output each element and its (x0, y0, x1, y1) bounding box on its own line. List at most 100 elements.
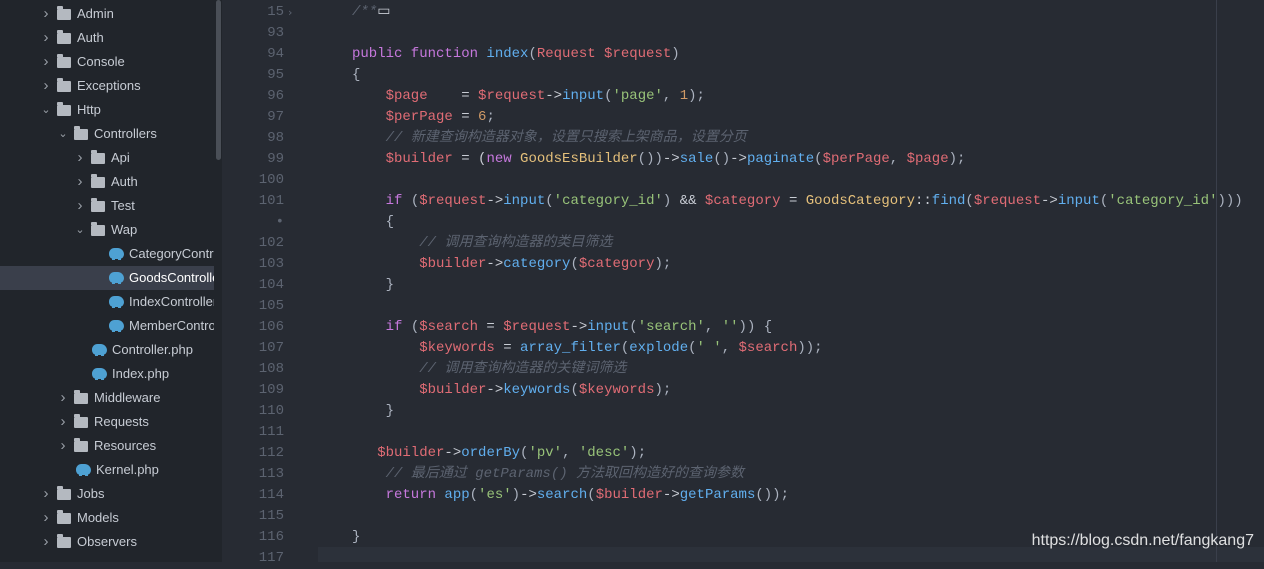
chevron-right-icon[interactable]: › (74, 146, 86, 170)
tree-item[interactable]: ⌄ Controllers (0, 122, 214, 146)
code-editor[interactable]: 15 93 94 95 96 97 98 99 100 101 • 102 103 104 105 106 10… (224, 0, 1264, 566)
code-line[interactable]: $builder = (new GoodsEsBuilder())->sale(… (352, 149, 966, 170)
code-line[interactable]: } (352, 275, 394, 296)
code-token: 'category_id' (1108, 193, 1218, 209)
tree-item[interactable]: IndexController. (0, 290, 214, 314)
code-token: )) { (738, 319, 773, 335)
code-token: orderBy (461, 445, 521, 461)
chevron-right-icon[interactable]: › (40, 482, 52, 506)
code-token: && (679, 193, 705, 209)
chevron-down-icon[interactable]: ⌄ (57, 122, 69, 146)
code-line[interactable]: if ($request->input('category_id') && $c… (352, 191, 1243, 212)
chevron-right-icon[interactable]: › (40, 506, 52, 530)
code-token: array_filter (520, 340, 621, 356)
code-token: search (536, 487, 588, 503)
tree-item[interactable]: ⌄ Http (0, 98, 214, 122)
chevron-right-icon[interactable]: › (57, 410, 69, 434)
chevron-right-icon[interactable]: › (40, 74, 52, 98)
code-token: = (780, 193, 806, 209)
code-token: = (452, 109, 479, 125)
tree-item[interactable]: CategoryContro (0, 242, 214, 266)
chevron-right-icon[interactable]: › (40, 26, 52, 50)
tree-item[interactable]: › Console (0, 50, 214, 74)
chevron-right-icon[interactable]: › (57, 434, 69, 458)
tree-item[interactable]: › Requests (0, 410, 214, 434)
code-token: } (352, 277, 395, 293)
tree-item[interactable]: › Auth (0, 26, 214, 50)
code-token: ( (587, 487, 596, 503)
code-token: -> (486, 256, 504, 272)
fold-marker-icon[interactable]: › (288, 3, 292, 22)
sidebar-scrollbar[interactable] (216, 0, 221, 160)
code-line[interactable]: return app('es')->search($builder->getPa… (352, 485, 789, 506)
tree-item[interactable]: Controller.php (0, 338, 214, 362)
tree-item[interactable]: › Auth (0, 170, 214, 194)
code-token: $keywords (578, 382, 655, 398)
tree-item[interactable]: › Observers (0, 530, 214, 554)
code-token: ( (570, 382, 579, 398)
tree-item[interactable]: › Resources (0, 434, 214, 458)
code-line[interactable]: { (352, 65, 360, 86)
tree-item-label: Requests (94, 414, 149, 429)
code-line[interactable]: // 最后通过 getParams() 方法取回构造好的查询参数 (352, 464, 744, 485)
code-token: ) (662, 193, 680, 209)
chevron-right-icon[interactable]: › (40, 530, 52, 554)
code-line[interactable]: /**▭ (352, 2, 390, 23)
code-line[interactable]: if ($search = $request->input('search', … (352, 317, 773, 338)
code-line[interactable]: $keywords = array_filter(explode(' ', $s… (352, 338, 822, 359)
code-token: -> (545, 88, 563, 104)
code-line[interactable]: } (352, 527, 360, 548)
code-line[interactable]: { (352, 212, 394, 233)
tree-item[interactable]: › Models (0, 506, 214, 530)
code-token: GoodsEsBuilder (520, 151, 638, 167)
folder-icon (74, 390, 88, 404)
chevron-down-icon[interactable]: ⌄ (40, 98, 52, 122)
tree-item[interactable]: › Api (0, 146, 214, 170)
chevron-right-icon[interactable]: › (74, 194, 86, 218)
tree-item-label: GoodsControlle (129, 270, 214, 285)
code-token: $category (578, 256, 655, 272)
code-token: category (503, 256, 571, 272)
tree-item[interactable]: GoodsControlle (0, 266, 214, 290)
code-token: $request (973, 193, 1042, 209)
watermark-text: https://blog.csdn.net/fangkang7 (1031, 532, 1254, 549)
line-number-gutter[interactable]: 15 93 94 95 96 97 98 99 100 101 • 102 103 104 105 106 10… (224, 0, 294, 566)
code-line[interactable]: // 调用查询构造器的关键词筛选 (352, 359, 626, 380)
code-token: -> (444, 445, 462, 461)
folder-icon (57, 534, 71, 548)
tree-item[interactable]: › Admin (0, 2, 214, 26)
chevron-down-icon[interactable]: ⌄ (74, 218, 86, 242)
code-line[interactable]: $builder->orderBy('pv', 'desc'); (352, 443, 646, 464)
line-number: 110 (258, 403, 284, 419)
code-line[interactable]: public function index(Request $request) (352, 44, 680, 65)
code-line[interactable]: // 新建查询构造器对象，设置只搜索上架商品，设置分页 (352, 128, 747, 149)
code-token: ( (965, 193, 974, 209)
code-token: { (352, 67, 361, 83)
chevron-right-icon[interactable]: › (74, 170, 86, 194)
code-line[interactable]: } (352, 401, 394, 422)
tree-item[interactable]: MemberControl (0, 314, 214, 338)
code-token: ))) (1217, 193, 1243, 209)
code-line[interactable]: $builder->keywords($keywords); (352, 380, 671, 401)
line-number: 106 (258, 319, 284, 335)
tree-item[interactable]: Kernel.php (0, 458, 214, 482)
tree-item[interactable]: › Middleware (0, 386, 214, 410)
chevron-right-icon[interactable]: › (40, 50, 52, 74)
code-line[interactable]: $perPage = 6; (352, 107, 495, 128)
tree-item[interactable]: › Test (0, 194, 214, 218)
line-number: 93 (267, 25, 284, 41)
chevron-right-icon[interactable]: › (57, 386, 69, 410)
code-token: input (1057, 193, 1100, 209)
tree-item[interactable]: › Jobs (0, 482, 214, 506)
tree-item[interactable]: › Exceptions (0, 74, 214, 98)
code-line[interactable]: $builder->category($category); (352, 254, 671, 275)
chevron-right-icon[interactable]: › (40, 2, 52, 26)
tree-item[interactable]: Index.php (0, 362, 214, 386)
code-line[interactable]: // 调用查询构造器的类目筛选 (352, 233, 612, 254)
tree-item-label: Auth (77, 30, 104, 45)
folder-icon (74, 414, 88, 428)
line-number: • (275, 214, 284, 230)
tree-item[interactable]: ⌄ Wap (0, 218, 214, 242)
code-token: /** (352, 4, 378, 20)
code-line[interactable]: $page = $request->input('page', 1); (352, 86, 705, 107)
